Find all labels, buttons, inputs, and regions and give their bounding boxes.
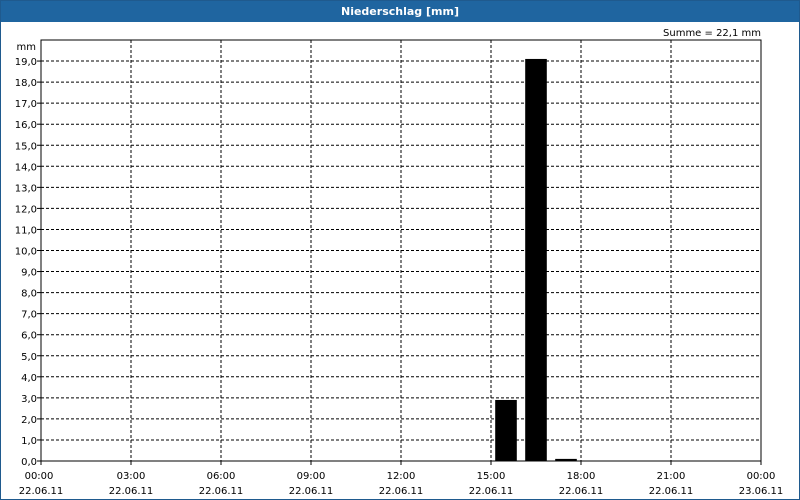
x-tick-time-label: 03:00 bbox=[117, 471, 146, 482]
x-tick-time-label: 21:00 bbox=[657, 471, 686, 482]
y-tick-label: 16,0 bbox=[15, 120, 37, 131]
x-tick-date-label: 22.06.11 bbox=[379, 486, 424, 497]
precipitation-bar bbox=[495, 399, 517, 461]
y-tick-label: 8,0 bbox=[21, 289, 37, 300]
x-tick-time-label: 00:00 bbox=[25, 471, 54, 482]
grid-lines bbox=[41, 40, 761, 461]
x-tick-time-label: 00:00 bbox=[747, 471, 776, 482]
sum-annotation: Summe = 22,1 mm bbox=[663, 28, 761, 39]
y-tick-label: 15,0 bbox=[15, 141, 37, 152]
y-tick-label: 1,0 bbox=[21, 436, 37, 447]
y-tick-label: 12,0 bbox=[15, 204, 37, 215]
y-tick-label: 18,0 bbox=[15, 78, 37, 89]
y-tick-label: 14,0 bbox=[15, 162, 37, 173]
precipitation-chart: 0,0 1,0 2,0 3,0 4,0 5,0 6,0 7,0 8,0 9,0 10,0 11,0 12… bbox=[15, 28, 784, 497]
y-tick-label: 9,0 bbox=[21, 268, 37, 279]
x-tick-date-label: 22.06.11 bbox=[469, 486, 514, 497]
x-tick-time-label: 06:00 bbox=[207, 471, 236, 482]
x-tick-time-label: 12:00 bbox=[387, 471, 416, 482]
y-axis-unit: mm bbox=[17, 42, 36, 53]
x-tick-time-label: 09:00 bbox=[297, 471, 326, 482]
y-tick-label: 2,0 bbox=[21, 415, 37, 426]
y-tick-label: 4,0 bbox=[21, 373, 37, 384]
bar-series bbox=[495, 58, 577, 461]
y-tick-label: 17,0 bbox=[15, 99, 37, 110]
y-tick-label: 10,0 bbox=[15, 247, 37, 258]
x-tick-time-label: 15:00 bbox=[477, 471, 506, 482]
x-tick-time-label: 18:00 bbox=[567, 471, 596, 482]
y-tick-label: 19,0 bbox=[15, 57, 37, 68]
x-tick-date-label: 22.06.11 bbox=[19, 486, 64, 497]
x-tick-date-label: 22.06.11 bbox=[109, 486, 154, 497]
x-tick-date-label: 22.06.11 bbox=[289, 486, 334, 497]
y-tick-label: 7,0 bbox=[21, 310, 37, 321]
x-axis-ticks: 00:00 22.06.11 03:00 22.06.11 06:00 22.06.11 0… bbox=[19, 461, 784, 497]
y-tick-label: 3,0 bbox=[21, 394, 37, 405]
y-tick-label: 0,0 bbox=[21, 457, 37, 468]
x-tick-date-label: 22.06.11 bbox=[559, 486, 604, 497]
y-tick-label: 6,0 bbox=[21, 331, 37, 342]
x-tick-date-label: 22.06.11 bbox=[199, 486, 244, 497]
precipitation-bar bbox=[525, 58, 547, 461]
y-tick-label: 13,0 bbox=[15, 183, 37, 194]
y-tick-label: 11,0 bbox=[15, 225, 37, 236]
x-tick-date-label: 22.06.11 bbox=[649, 486, 694, 497]
x-tick-date-label: 23.06.11 bbox=[739, 486, 784, 497]
y-tick-label: 5,0 bbox=[21, 352, 37, 363]
y-axis-ticks: 0,0 1,0 2,0 3,0 4,0 5,0 6,0 7,0 8,0 9,0 10,0 11,0 12… bbox=[15, 57, 41, 468]
